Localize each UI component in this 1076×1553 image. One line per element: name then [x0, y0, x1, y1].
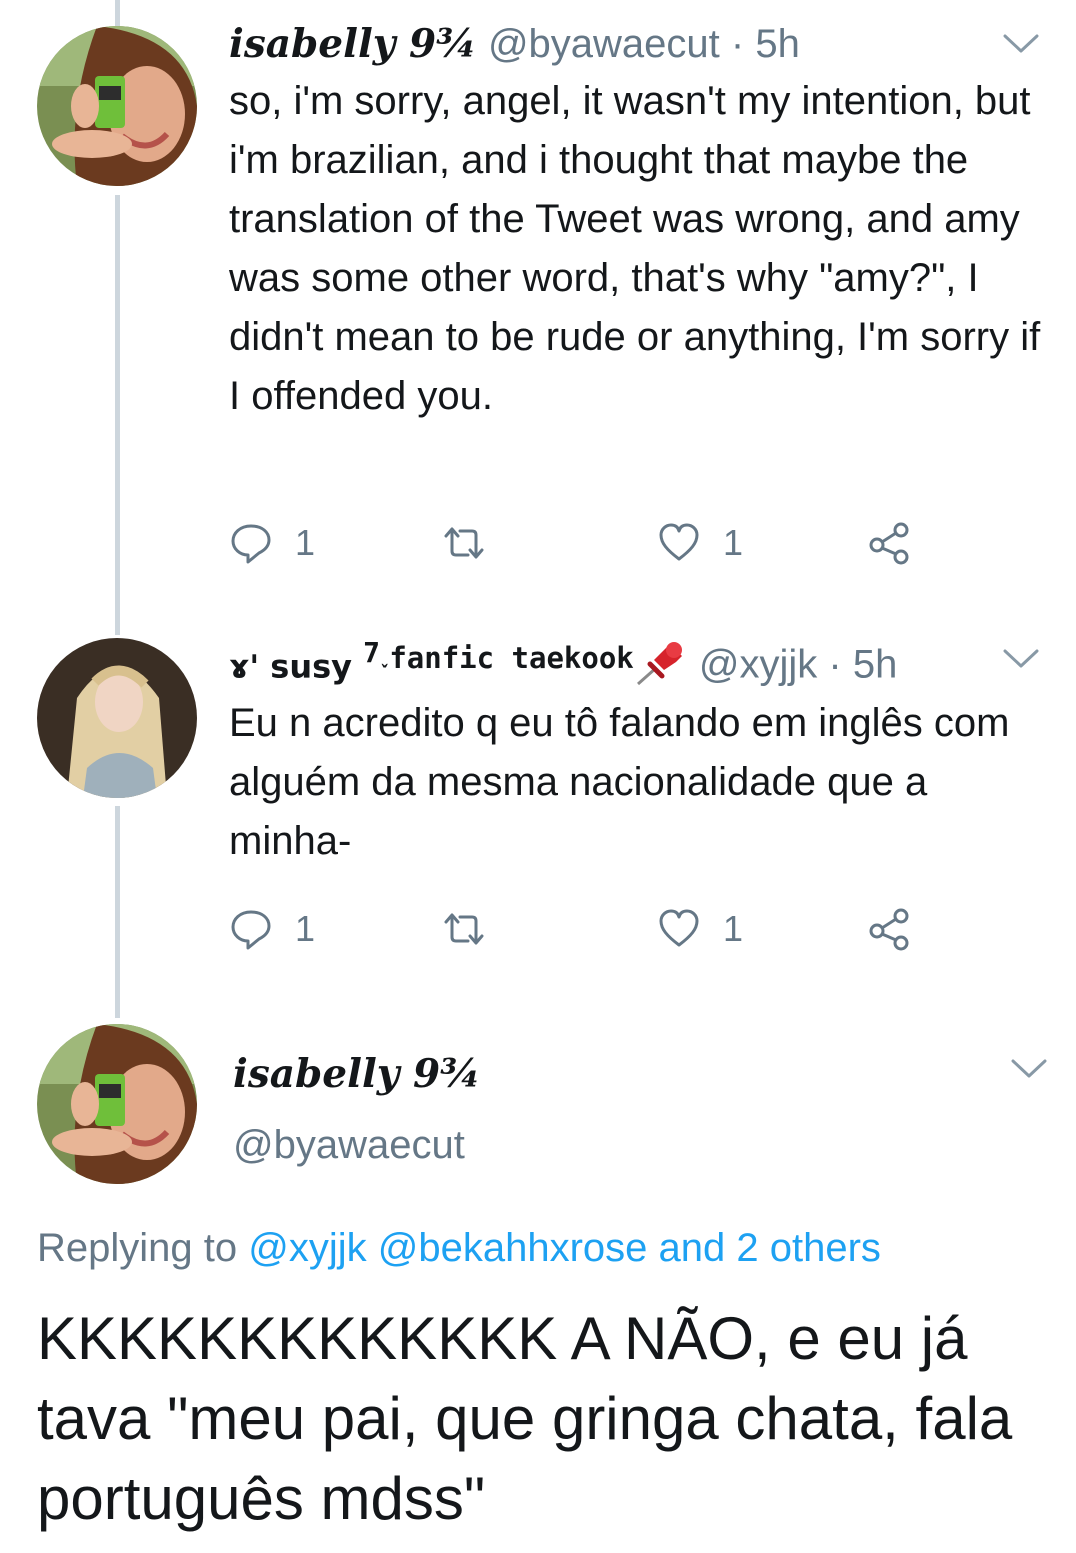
separator-dot: ·: [828, 642, 842, 687]
thread-line-1: [115, 195, 120, 635]
replying-users-link[interactable]: @xyjjk @bekahhxrose and 2 others: [248, 1226, 881, 1270]
chevron-down-icon[interactable]: [1002, 33, 1040, 55]
user-handle[interactable]: @byawaecut: [233, 1123, 465, 1167]
thread-line-2: [115, 806, 120, 1018]
chevron-down-icon[interactable]: [1002, 648, 1040, 670]
reply-button[interactable]: 1: [229, 904, 315, 954]
main-tweet-name: isabelly 9¾: [233, 1054, 481, 1094]
display-name[interactable]: isabelly 9¾: [233, 1051, 481, 1097]
display-name[interactable]: ɤ' susy: [229, 648, 352, 686]
retweet-button[interactable]: [442, 518, 486, 568]
display-name-small: 7˯: [363, 635, 390, 669]
chevron-down-icon[interactable]: [1010, 1058, 1048, 1080]
timestamp[interactable]: 5h: [755, 22, 800, 66]
replying-to: Replying to @xyjjk @bekahhxrose and 2 ot…: [37, 1226, 881, 1271]
timestamp[interactable]: 5h: [853, 643, 898, 687]
pushpin-icon: [634, 638, 688, 688]
user-handle[interactable]: @xyjjk: [699, 643, 817, 687]
share-icon: [867, 907, 911, 951]
tweet-1-text: so, i'm sorry, angel, it wasn't my inten…: [229, 79, 1041, 418]
main-tweet-text: KKKKKKKKKKKKK A NÃO, e eu já tava "meu p…: [37, 1305, 1013, 1532]
tweet-2-text: Eu n acredito q eu tô falando em inglês …: [229, 701, 1010, 863]
like-button[interactable]: 1: [657, 518, 743, 568]
main-tweet-handle: @byawaecut: [233, 1125, 465, 1165]
avatar-isabelly[interactable]: [37, 26, 197, 186]
tweet-1-header: isabelly 9¾ @byawaecut · 5h: [229, 24, 800, 64]
tweet-2-actions: 1 1: [229, 904, 929, 954]
avatar-susy[interactable]: [37, 638, 197, 798]
share-button[interactable]: [867, 518, 911, 568]
retweet-icon: [442, 907, 486, 951]
separator-dot: ·: [730, 22, 745, 66]
reply-count: 1: [295, 908, 316, 949]
display-name[interactable]: isabelly 9¾: [229, 21, 477, 67]
reply-icon: [229, 907, 273, 951]
user-handle[interactable]: @byawaecut: [488, 22, 720, 66]
reply-icon: [229, 521, 273, 565]
avatar-isabelly[interactable]: [37, 1024, 197, 1184]
like-count: 1: [723, 908, 744, 949]
tweet-2-header: ɤ' susy 7˯fanfic taekook @xyjjk · 5h: [229, 638, 898, 692]
like-count: 1: [723, 522, 744, 563]
like-icon: [657, 521, 701, 565]
tweet-1-actions: 1 1: [229, 518, 929, 568]
like-button[interactable]: 1: [657, 904, 743, 954]
retweet-button[interactable]: [442, 904, 486, 954]
share-button[interactable]: [867, 904, 911, 954]
replying-prefix: Replying to: [37, 1226, 238, 1270]
display-name-tail: fanfic taekook: [389, 640, 634, 675]
retweet-icon: [442, 521, 486, 565]
reply-button[interactable]: 1: [229, 518, 315, 568]
reply-count: 1: [295, 522, 316, 563]
share-icon: [867, 521, 911, 565]
like-icon: [657, 907, 701, 951]
